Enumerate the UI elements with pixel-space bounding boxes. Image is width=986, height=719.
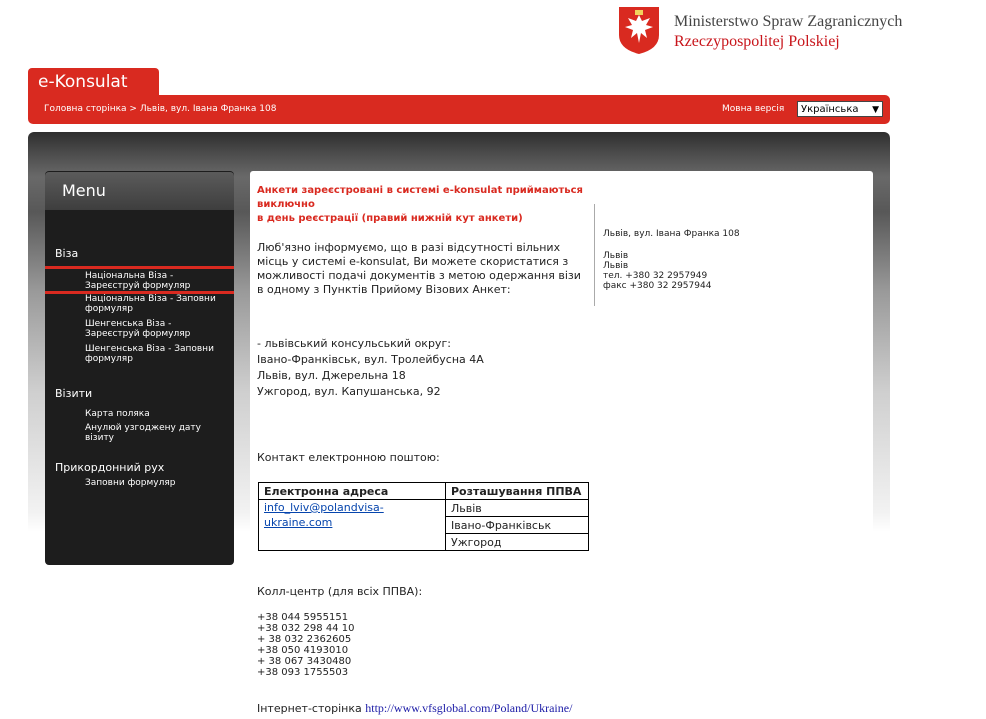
location-lviv: Львів, вул. Джерельна 18 (257, 369, 406, 382)
table-header-row: Електронна адреса Розташування ППВА (258, 482, 589, 500)
email-cell: info_lviv@polandvisa-ukraine.com (258, 499, 446, 551)
phone-number: +38 032 298 44 10 (257, 623, 355, 634)
menu-item-national-visa-register[interactable]: Національна Віза - Зареєструй формуляр (85, 271, 225, 291)
phone-number: +38 044 5955151 (257, 612, 349, 623)
address-phone: тел. +380 32 2957949 (603, 271, 708, 281)
address-city-1: Львів (603, 251, 629, 261)
menu-section-visits: Візити (55, 387, 93, 400)
location-cell: Львів (445, 499, 589, 517)
column-header-email: Електронна адреса (258, 482, 446, 500)
brand-tab: e-Konsulat (28, 68, 159, 96)
notice-line-1: Анкети зареєстровані в системі e-konsula… (257, 185, 583, 210)
active-item-top-line (45, 266, 234, 269)
language-label: Мовна версія (722, 104, 785, 114)
phone-number: +38 093 1755503 (257, 667, 349, 678)
address-divider (594, 204, 595, 306)
address-line: Львів, вул. Івана Франка 108 (603, 229, 740, 239)
polish-eagle-crest-icon (617, 5, 661, 55)
address-city-2: Львів (603, 261, 629, 271)
language-select[interactable]: Українська ▼ (797, 101, 883, 117)
phone-number: + 38 032 2362605 (257, 634, 352, 645)
menu-item-pole-card[interactable]: Карта поляка (85, 409, 225, 419)
location-ivano-frankivsk: Івано-Франківськ, вул. Тролейбусна 4А (257, 353, 484, 366)
phone-list: +38 044 5955151 +38 032 298 44 10 + 38 0… (257, 612, 354, 678)
brand-title: e-Konsulat (38, 72, 128, 92)
intro-paragraph: Люб'язно інформуємо, що в разі відсутнос… (257, 241, 581, 296)
website-line: Інтернет-сторінка http://www.vfsglobal.c… (257, 701, 572, 716)
location-uzhhorod: Ужгород, вул. Капушанська, 92 (257, 385, 441, 398)
menu-section-visa: Віза (55, 247, 79, 260)
location-cell: Івано-Франківськ (445, 516, 589, 534)
menu-title: Menu (62, 181, 106, 200)
email-link[interactable]: info_lviv@polandvisa-ukraine.com (264, 501, 384, 529)
district-label: - львівський консульський округ: (257, 337, 451, 350)
table-row: info_lviv@polandvisa-ukraine.com Львів (258, 499, 589, 551)
menu-section-border-traffic: Прикордонний рух (55, 461, 165, 474)
consulate-address: Львів, вул. Івана Франка 108 Львів Львів… (603, 229, 740, 291)
phone-number: + 38 067 3430480 (257, 656, 352, 667)
ministry-line-2: Rzeczypospolitej Polskiej (674, 33, 840, 50)
website-label: Інтернет-сторінка (257, 702, 362, 715)
menu-item-cancel-visit[interactable]: Анулюй узгоджену дату візиту (85, 423, 225, 443)
registration-notice: Анкети зареєстровані в системі e-konsula… (257, 184, 587, 226)
address-fax: факс +380 32 2957944 (603, 281, 712, 291)
callcenter-label: Колл-центр (для всіх ППВА): (257, 585, 423, 598)
breadcrumb[interactable]: Головна сторінка > Львів, вул. Івана Фра… (44, 104, 276, 114)
menu-item-border-fill[interactable]: Заповни формуляр (85, 478, 225, 488)
ministry-logo-text: Ministerstwo Spraw Zagranicznych Rzeczyp… (674, 12, 902, 52)
menu-item-schengen-visa-register[interactable]: Шенгенська Віза - Зареєструй формуляр (85, 319, 225, 339)
phone-number: +38 050 4193010 (257, 645, 349, 656)
menu-item-schengen-visa-fill[interactable]: Шенгенська Віза - Заповни формуляр (85, 344, 225, 364)
column-header-location: Розташування ППВА (445, 482, 589, 500)
ministry-line-1: Ministerstwo Spraw Zagranicznych (674, 13, 903, 30)
chevron-down-icon: ▼ (872, 105, 879, 115)
menu-item-national-visa-fill[interactable]: Національна Віза - Заповни формуляр (85, 294, 225, 314)
sidebar (45, 171, 234, 565)
email-table: Електронна адреса Розташування ППВА info… (258, 482, 589, 551)
language-selected: Українська (801, 104, 859, 115)
notice-line-2: в день реєстрації (правий нижній кут анк… (257, 213, 523, 224)
location-cell: Ужгород (445, 533, 589, 551)
email-contact-label: Контакт електронною поштою: (257, 451, 440, 464)
website-link[interactable]: http://www.vfsglobal.com/Poland/Ukraine/ (365, 701, 572, 715)
